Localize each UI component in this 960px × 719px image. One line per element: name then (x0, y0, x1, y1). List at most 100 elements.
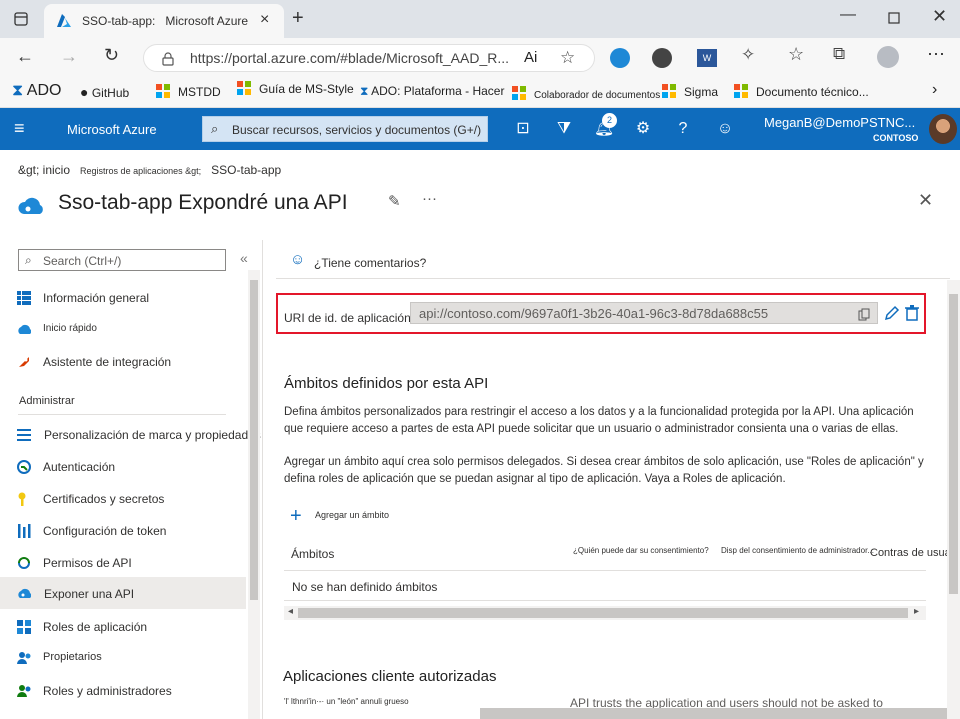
sidebar-scroll-thumb[interactable] (250, 280, 258, 600)
sidebar-item-authentication[interactable]: Autenticación (0, 452, 246, 482)
sidebar-search-placeholder: Search (Ctrl+/) (43, 254, 122, 268)
help-icon[interactable]: ? (672, 118, 694, 140)
sidebar-item-token-config[interactable]: Configuración de token (0, 516, 246, 546)
page-scrollbar[interactable] (947, 280, 960, 719)
table-row-divider (284, 600, 926, 601)
user-name[interactable]: MeganB@DemoPSTNC... (764, 115, 915, 130)
sidebar-search-input[interactable]: ⌕ Search (Ctrl+/) (18, 249, 226, 271)
read-aloud-icon[interactable]: Ai (524, 49, 537, 66)
url-text: https://portal.azure.com/#blade/Microsof… (190, 50, 510, 66)
branding-icon (17, 429, 31, 441)
sidebar-item-app-roles[interactable]: Roles de aplicación (0, 612, 246, 642)
app-id-uri-label: URI de id. de aplicación (284, 311, 411, 325)
add-scope-button[interactable]: Agregar un ámbito (315, 510, 389, 520)
scroll-right-icon[interactable]: ▸ (914, 606, 919, 617)
favorites-icon[interactable]: ☆ (788, 44, 804, 65)
address-bar[interactable]: https://portal.azure.com/#blade/Microsof… (143, 44, 595, 72)
delete-trash-icon[interactable] (905, 305, 919, 321)
browser-tab[interactable]: SSO-tab-app: Microsoft Azure × (44, 4, 284, 38)
pin-icon[interactable]: ✎ (388, 192, 401, 210)
close-blade-icon[interactable]: ✕ (918, 190, 933, 211)
collapse-sidebar-icon[interactable]: « (240, 250, 248, 266)
close-window-icon[interactable]: ✕ (932, 6, 947, 27)
add-icon[interactable]: + (290, 505, 302, 528)
ado-icon: ⧗ (360, 84, 369, 98)
bookmark-sigma[interactable]: Sigma (662, 84, 718, 99)
extensions-puzzle-icon[interactable]: ✧ (741, 45, 755, 65)
token-icon (18, 524, 31, 538)
page-horizontal-scroll-thumb[interactable] (480, 708, 947, 719)
azure-brand[interactable]: Microsoft Azure (67, 122, 157, 137)
table-horizontal-scrollbar[interactable]: ◂ ▸ (284, 606, 926, 620)
bookmark-technical-doc[interactable]: Documento técnico... (734, 84, 869, 99)
page-scroll-thumb[interactable] (949, 294, 958, 594)
directory-filter-icon[interactable]: ⧩ (553, 118, 575, 140)
table-scroll-thumb[interactable] (298, 608, 908, 618)
cloud-shell-icon[interactable]: ⊡ (512, 118, 534, 140)
extension-shield-icon[interactable] (610, 48, 630, 68)
edit-pencil-icon[interactable] (884, 305, 900, 321)
back-icon[interactable]: ← (16, 46, 34, 67)
sidebar-item-quickstart[interactable]: Inicio rápido (0, 314, 246, 344)
collections-icon[interactable]: ⧉ (833, 44, 845, 64)
extension-icon[interactable] (652, 48, 672, 68)
sidebar-item-label: Asistente de integración (43, 355, 172, 369)
scroll-left-icon[interactable]: ◂ (288, 606, 293, 617)
bookmark-github[interactable]: ● GitHub (80, 84, 129, 100)
close-tab-icon[interactable]: × (260, 11, 269, 29)
bookmark-ado[interactable]: ⧗ ADO (12, 82, 61, 100)
word-extension-icon[interactable]: W (697, 49, 717, 67)
more-options-icon[interactable]: ··· (422, 190, 437, 207)
app-registration-cloud-icon (18, 197, 43, 214)
authentication-icon (17, 460, 31, 474)
tab-actions-icon[interactable] (14, 12, 28, 26)
lock-icon (162, 52, 174, 66)
user-avatar[interactable] (929, 114, 957, 144)
sidebar-item-label: Autenticación (43, 460, 116, 474)
api-permissions-icon (18, 557, 30, 569)
feedback-icon[interactable]: ☺ (714, 118, 736, 140)
hamburger-menu-icon[interactable]: ≡ (14, 118, 25, 139)
sidebar-item-api-permissions[interactable]: Permisos de API (0, 548, 246, 578)
feedback-link[interactable]: ¿Tiene comentarios? (314, 256, 426, 270)
table-empty-row: No se han definido ámbitos (292, 580, 438, 594)
notification-count-badge: 2 (602, 113, 617, 128)
bookmark-doc-collaborator[interactable]: Colaborador de documentos (512, 86, 660, 101)
bookmark-ado-platform[interactable]: ⧗ ADO: Plataforma - Hacer (360, 84, 504, 99)
bookmark-mstdd[interactable]: MSTDD (156, 84, 221, 99)
sidebar-item-certificates[interactable]: Certificados y secretos (0, 484, 246, 514)
sidebar-item-expose-api[interactable]: Exponer una API (0, 577, 246, 609)
sidebar-item-branding[interactable]: Personalización de marca y propiedades (0, 420, 262, 450)
app-id-uri-field[interactable]: api://contoso.com/9697a0f1-3b26-40a1-96c… (410, 302, 878, 324)
breadcrumb-registrations[interactable]: Registros de aplicaciones &gt; (80, 166, 201, 176)
forward-icon[interactable]: → (60, 46, 78, 67)
breadcrumb-home[interactable]: &gt; inicio (18, 163, 70, 177)
sidebar-item-label: Certificados y secretos (43, 492, 165, 506)
sidebar-scrollbar[interactable] (248, 270, 260, 719)
bookmark-style-guide[interactable]: Guía de MS-Style (237, 81, 354, 96)
sidebar-item-integration-assistant[interactable]: Asistente de integración (0, 347, 246, 377)
settings-gear-icon[interactable]: ⚙ (632, 118, 654, 140)
sidebar-item-label: Permisos de API (43, 556, 132, 570)
sidebar-item-roles-admins[interactable]: Roles y administradores (0, 676, 246, 706)
sidebar-item-overview[interactable]: Información general (0, 283, 246, 313)
sidebar-item-owners[interactable]: Propietarios (0, 643, 246, 673)
maximize-icon[interactable] (888, 12, 900, 24)
breadcrumb: &gt; inicio Registros de aplicaciones &g… (18, 163, 281, 177)
sidebar-divider (18, 414, 226, 415)
more-menu-icon[interactable]: ⋯ (927, 44, 945, 65)
new-tab-icon[interactable]: + (292, 7, 304, 30)
bookmarks-bar: ⧗ ADO ● GitHub MSTDD Guía de MS-Style ⧗ … (0, 78, 960, 108)
copy-icon[interactable] (858, 308, 870, 321)
favorite-add-icon[interactable]: ☆ (560, 48, 575, 68)
azure-logo-icon (57, 14, 71, 27)
sidebar-item-label: Información general (43, 291, 150, 305)
refresh-icon[interactable]: ↻ (104, 45, 119, 66)
authorized-clients-heading: Aplicaciones cliente autorizadas (283, 668, 497, 685)
azure-search-input[interactable]: ⌕ Buscar recursos, servicios y documento… (202, 116, 488, 142)
profile-avatar[interactable] (877, 46, 899, 68)
overview-icon (17, 291, 31, 305)
sidebar-item-label: Personalización de marca y propiedades (44, 428, 261, 442)
minimize-icon[interactable]: — (840, 6, 856, 24)
chevron-right-icon[interactable]: › (932, 81, 937, 99)
